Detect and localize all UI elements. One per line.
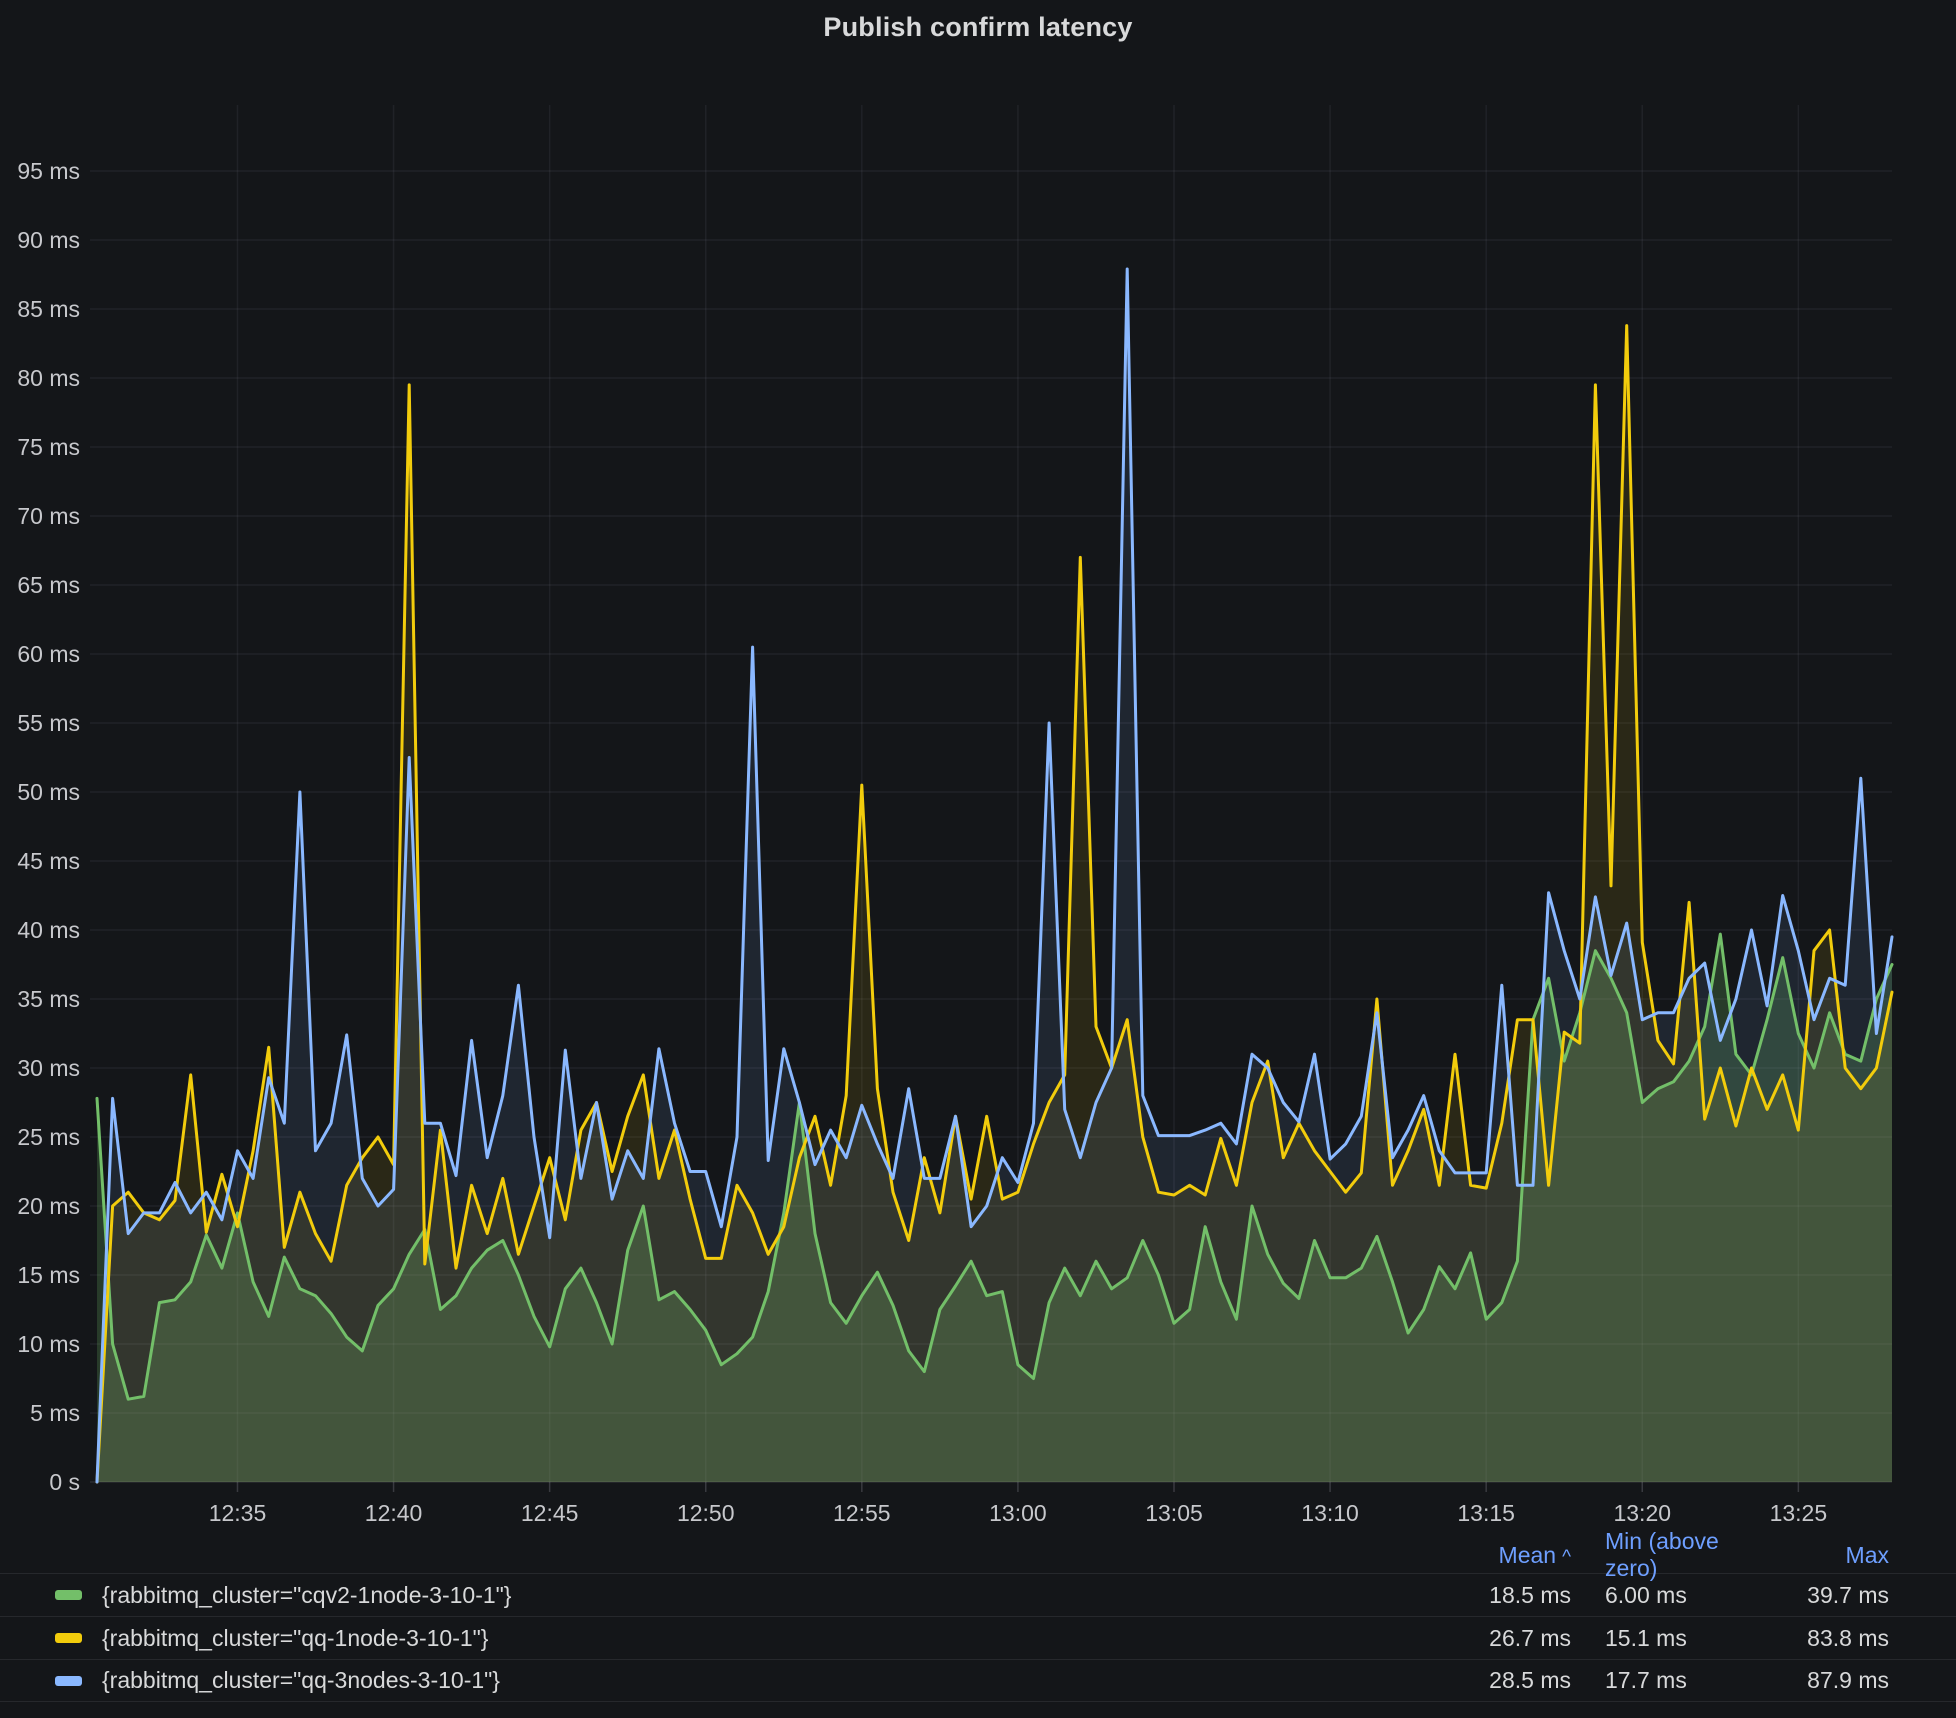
x-axis-label: 13:20 xyxy=(1582,1500,1702,1526)
y-axis-label: 40 ms xyxy=(0,917,80,943)
series-min-value: 6.00 ms xyxy=(1571,1582,1759,1609)
legend-series-toggle[interactable]: {rabbitmq_cluster="qq-3nodes-3-10-1"} xyxy=(55,1667,1411,1694)
y-axis-label: 0 s xyxy=(0,1469,80,1495)
y-axis-label: 80 ms xyxy=(0,365,80,391)
legend-rows: {rabbitmq_cluster="cqv2-1node-3-10-1"} 18… xyxy=(0,1573,1956,1702)
series-max-value: 39.7 ms xyxy=(1759,1582,1889,1609)
y-axis-label: 70 ms xyxy=(0,503,80,529)
x-axis-label: 13:15 xyxy=(1426,1500,1546,1526)
legend-header-row: Mean^ Min (above zero) Max xyxy=(0,1528,1956,1573)
legend: Mean^ Min (above zero) Max {rabbitmq_clu… xyxy=(0,1528,1956,1718)
series-max-value: 87.9 ms xyxy=(1759,1667,1889,1694)
legend-sort-max[interactable]: Max xyxy=(1759,1542,1889,1569)
series-color-swatch-icon xyxy=(55,1676,82,1686)
y-axis-label: 45 ms xyxy=(0,848,80,874)
series-name: {rabbitmq_cluster="qq-3nodes-3-10-1"} xyxy=(102,1667,500,1694)
y-axis-label: 30 ms xyxy=(0,1055,80,1081)
legend-row: {rabbitmq_cluster="qq-3nodes-3-10-1"} 28.… xyxy=(0,1659,1956,1702)
x-axis-label: 13:05 xyxy=(1114,1500,1234,1526)
series-mean-value: 28.5 ms xyxy=(1411,1667,1571,1694)
x-axis-label: 12:55 xyxy=(802,1500,922,1526)
y-axis-label: 5 ms xyxy=(0,1400,80,1426)
legend-row: {rabbitmq_cluster="qq-1node-3-10-1"} 26.7… xyxy=(0,1616,1956,1659)
legend-series-toggle[interactable]: {rabbitmq_cluster="qq-1node-3-10-1"} xyxy=(55,1625,1411,1652)
y-axis-label: 20 ms xyxy=(0,1193,80,1219)
series-color-swatch-icon xyxy=(55,1590,82,1600)
legend-sort-mean[interactable]: Mean^ xyxy=(1411,1542,1571,1569)
y-axis-label: 60 ms xyxy=(0,641,80,667)
chart-plot-area[interactable] xyxy=(0,0,1956,1718)
y-axis-label: 90 ms xyxy=(0,227,80,253)
series-name: {rabbitmq_cluster="qq-1node-3-10-1"} xyxy=(102,1625,489,1652)
legend-series-toggle[interactable]: {rabbitmq_cluster="cqv2-1node-3-10-1"} xyxy=(55,1582,1411,1609)
series-max-value: 83.8 ms xyxy=(1759,1625,1889,1652)
y-axis-label: 10 ms xyxy=(0,1331,80,1357)
x-axis-label: 12:35 xyxy=(177,1500,297,1526)
legend-sort-min[interactable]: Min (above zero) xyxy=(1571,1528,1759,1582)
y-axis-label: 35 ms xyxy=(0,986,80,1012)
y-axis-label: 25 ms xyxy=(0,1124,80,1150)
y-axis-label: 65 ms xyxy=(0,572,80,598)
x-axis-label: 12:50 xyxy=(646,1500,766,1526)
x-axis-label: 13:10 xyxy=(1270,1500,1390,1526)
x-axis-label: 12:40 xyxy=(334,1500,454,1526)
y-axis-label: 50 ms xyxy=(0,779,80,805)
y-axis-label: 85 ms xyxy=(0,296,80,322)
y-axis-label: 55 ms xyxy=(0,710,80,736)
x-axis-label: 13:25 xyxy=(1738,1500,1858,1526)
y-axis-label: 95 ms xyxy=(0,158,80,184)
series-mean-value: 26.7 ms xyxy=(1411,1625,1571,1652)
series-min-value: 15.1 ms xyxy=(1571,1625,1759,1652)
timeseries-panel: Publish confirm latency 0 s5 ms10 ms15 m… xyxy=(0,0,1956,1718)
x-axis-label: 13:00 xyxy=(958,1500,1078,1526)
y-axis-label: 15 ms xyxy=(0,1262,80,1288)
series-name: {rabbitmq_cluster="cqv2-1node-3-10-1"} xyxy=(102,1582,512,1609)
y-axis-label: 75 ms xyxy=(0,434,80,460)
sort-ascending-icon: ^ xyxy=(1562,1547,1571,1568)
series-mean-value: 18.5 ms xyxy=(1411,1582,1571,1609)
series-min-value: 17.7 ms xyxy=(1571,1667,1759,1694)
series-color-swatch-icon xyxy=(55,1633,82,1643)
x-axis-label: 12:45 xyxy=(490,1500,610,1526)
